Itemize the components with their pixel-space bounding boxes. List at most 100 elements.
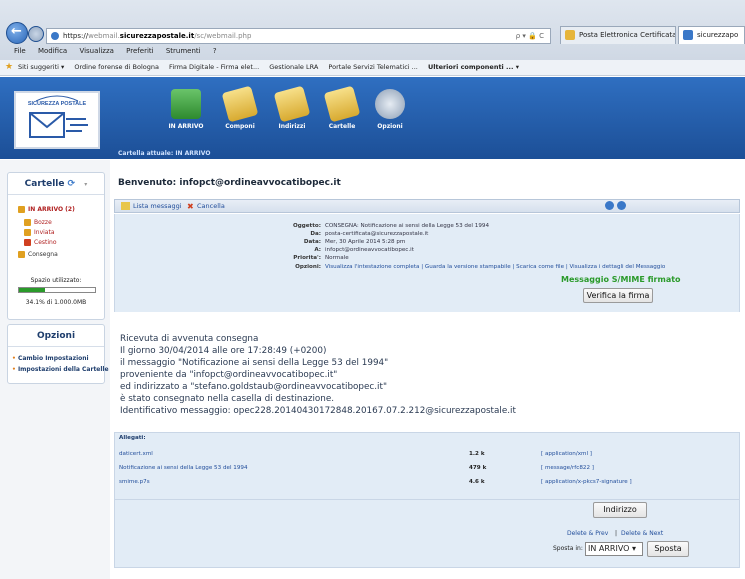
toolbar-label: Componi: [225, 123, 255, 130]
header-key: Priorita':: [293, 255, 321, 261]
header-to: infopct@ordineavvocatibopec.it: [325, 247, 414, 253]
forward-button[interactable]: [28, 26, 44, 42]
url-host: sicurezzapostale.it: [119, 32, 195, 40]
options-title: Opzioni: [36, 331, 76, 341]
prev-message-icon[interactable]: [605, 201, 614, 210]
options-panel: Opzioni • Cambio Impostazioni • Impostaz…: [7, 324, 109, 384]
space-value: 34.1% di 1.000.0MB: [25, 299, 87, 306]
main-content: Benvenuto: infopct@ordineavvocatibopec.i…: [110, 160, 745, 579]
url-prefix: https://: [63, 32, 89, 40]
toolbar-compose[interactable]: Componi: [210, 85, 270, 145]
attachment-type[interactable]: [ message/rfc822 ]: [541, 465, 594, 471]
fav-item[interactable]: Ulteriori componenti ... ▾: [428, 63, 519, 71]
tab-favicon-icon: [565, 30, 575, 40]
header-date: Mer, 30 Aprile 2014 5:28 pm: [325, 239, 406, 245]
attachments-title: Allegati:: [119, 435, 146, 441]
toolbar-label: IN ARRIVO: [168, 123, 204, 130]
header-key: Opzioni:: [295, 264, 321, 270]
tab-sicurezza[interactable]: sicurezzapo: [678, 26, 745, 44]
star-icon: ★: [5, 62, 14, 72]
folder-inbox[interactable]: IN ARRIVO (2): [18, 206, 75, 213]
message-headers: Oggetto: CONSEGNA: Notificazione ai sens…: [114, 214, 740, 312]
header-key: A:: [314, 247, 321, 253]
attachment-type[interactable]: [ application/xml ]: [541, 451, 592, 457]
refresh-icon[interactable]: ⟳: [68, 179, 76, 189]
folder-icon: [24, 229, 31, 236]
attachment-name[interactable]: Notificazione ai sensi della Legge 53 de…: [119, 465, 248, 471]
folder-label: Cestino: [34, 239, 57, 246]
fav-item[interactable]: Siti suggeriti ▾: [18, 63, 64, 71]
address-button[interactable]: Indirizzo: [593, 502, 647, 518]
attachment-size: 4.6 k: [469, 479, 485, 485]
header-key: Data:: [303, 239, 321, 245]
menu-preferiti[interactable]: Preferiti: [126, 47, 153, 55]
toolbar-label: Opzioni: [377, 123, 403, 130]
separator: |: [615, 530, 618, 537]
address-bar[interactable]: https://webmail.sicurezzapostale.it/sc/w…: [46, 28, 551, 44]
move-button[interactable]: Sposta: [647, 541, 689, 557]
folder-sent[interactable]: Inviata: [24, 229, 55, 236]
folder-drafts[interactable]: Bozze: [24, 219, 52, 226]
back-arrow-icon: ←: [11, 24, 22, 39]
menu-modifica[interactable]: Modifica: [38, 47, 67, 55]
body-line: è stato consegnato nella casella di dest…: [120, 394, 335, 404]
fav-item[interactable]: Ordine forense di Bologna: [74, 63, 159, 71]
fav-item[interactable]: Firma Digitale - Firma elet...: [169, 63, 259, 71]
toolbar-inbox[interactable]: IN ARRIVO: [156, 85, 216, 145]
verify-signature-button[interactable]: Verifica la firma: [583, 288, 653, 303]
tab-label: sicurezzapo: [697, 31, 739, 39]
chevron-down-icon[interactable]: ▾: [84, 181, 87, 188]
delete-link[interactable]: Cancella: [197, 200, 225, 212]
list-icon: [121, 202, 130, 210]
body-line: Il giorno 30/04/2014 alle ore 17:28:49 (…: [120, 346, 327, 356]
menu-help[interactable]: ?: [213, 47, 217, 55]
tab-favicon-icon: [683, 30, 693, 40]
option-label: Cambio Impostazioni: [17, 355, 89, 362]
options-panel-header: Opzioni: [8, 325, 104, 347]
space-bar-fill: [19, 288, 45, 292]
menu-strumenti[interactable]: Strumenti: [166, 47, 201, 55]
attachment-name[interactable]: daticert.xml: [119, 451, 153, 457]
folders-panel: Cartelle ⟳ ▾ IN ARRIVO (2) Bozze Inviata…: [7, 172, 105, 320]
option-change-settings[interactable]: • Cambio Impostazioni: [12, 355, 89, 362]
delete-next-link[interactable]: Delete & Next: [621, 530, 663, 537]
body-line: Identificativo messaggio: opec228.201404…: [120, 406, 516, 416]
next-message-icon[interactable]: [617, 201, 626, 210]
page-icon: [51, 32, 59, 40]
space-bar: [18, 287, 96, 293]
toolbar-label: Cartelle: [328, 123, 356, 130]
body-line: ed indirizzato a "stefano.goldstaub@ordi…: [120, 382, 387, 392]
attachment-name[interactable]: smime.p7s: [119, 479, 150, 485]
folders-panel-header: Cartelle ⟳ ▾: [8, 173, 104, 195]
tab-pec[interactable]: Posta Elettronica Certificata: [560, 26, 676, 44]
attachment-type[interactable]: [ application/x-pkcs7-signature ]: [541, 479, 632, 485]
address-controls[interactable]: ρ ▾ 🔒 C: [516, 29, 544, 43]
folder-label: Bozze: [34, 219, 52, 226]
header-key: Oggetto:: [293, 223, 321, 229]
compose-icon: [221, 85, 259, 123]
folder-icon: [18, 251, 25, 258]
addressbook-icon: [273, 85, 311, 123]
folder-label: IN ARRIVO (2): [28, 206, 75, 213]
tab-label: Posta Elettronica Certificata: [579, 31, 676, 39]
delete-prev-link[interactable]: Delete & Prev: [567, 530, 608, 537]
trash-icon: [24, 239, 31, 246]
folder-delivery[interactable]: Consegna: [18, 251, 58, 258]
header-options-links[interactable]: Visualizza l'intestazione completa | Gua…: [325, 264, 665, 270]
menu-visualizza[interactable]: Visualizza: [79, 47, 113, 55]
menu-file[interactable]: File: [14, 47, 26, 55]
message-body: Ricevuta di avvenuta consegna Il giorno …: [114, 312, 740, 432]
envelope-logo-icon: SICUREZZA POSTALE: [28, 95, 88, 138]
header-subject: CONSEGNA: Notificazione ai sensi della L…: [325, 223, 489, 229]
toolbar-options[interactable]: Opzioni: [360, 85, 420, 145]
list-messages-link[interactable]: Lista messaggi: [133, 200, 182, 212]
folder-trash[interactable]: Cestino: [24, 239, 57, 246]
url-path: /sc/webmail.php: [194, 32, 252, 40]
url-host-dim: webmail.: [88, 32, 120, 40]
logo: SICUREZZA POSTALE: [14, 91, 100, 149]
fav-item[interactable]: Portale Servizi Telematici ...: [328, 63, 417, 71]
move-folder-select[interactable]: IN ARRIVO ▾: [585, 542, 643, 556]
fav-item[interactable]: Gestionale LRA: [269, 63, 318, 71]
option-folder-settings[interactable]: • Impostazioni della Cartelle: [12, 366, 109, 373]
option-label: Impostazioni della Cartelle: [17, 366, 109, 373]
